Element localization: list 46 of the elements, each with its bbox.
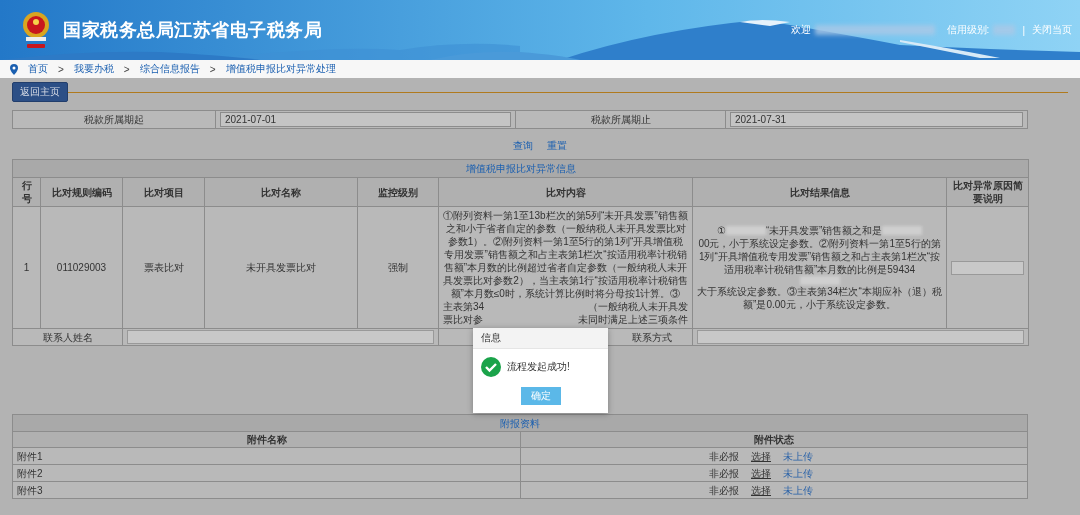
separator-text: | <box>1022 24 1025 36</box>
credit-label: 信用级别: <box>946 23 990 37</box>
blurred-text <box>993 25 1016 35</box>
dialog-message: 流程发起成功! <box>507 360 570 374</box>
result-text: ① <box>716 224 726 237</box>
date-field[interactable]: 2021-07-31 <box>730 112 1023 127</box>
table-cell: 011029003 <box>40 206 123 329</box>
result-text: 00元，小于系统设定参数。②附列资料一第1至5行的第1列“开具增值税专用发票”销售额之和占主表第1栏次“按适用税率计税销售额”本月数的比例是59434 <box>697 237 942 276</box>
comparison-text: （一般纳税人未开具发 <box>588 300 688 313</box>
table-cell: 未开具发票比对 <box>204 206 358 329</box>
column-header: 比对结果信息 <box>692 177 947 207</box>
comparison-text: 未同时满足上述三项条件 <box>578 313 688 326</box>
table-title: 增值税申报比对异常信息 <box>12 159 1029 178</box>
breadcrumb-link[interactable]: 我要办税 <box>73 62 114 76</box>
column-header: 比对名称 <box>204 177 358 207</box>
breadcrumb-separator: > <box>58 63 64 75</box>
breadcrumb-link[interactable]: 增值税申报比对异常处理 <box>225 62 336 76</box>
result-text: 大于系统设定参数。③主表第34栏次“本期应补（退）税额”是0.00元，小于系统设定参数。 <box>697 285 942 311</box>
table-cell: 1 <box>12 206 41 329</box>
result-text: “未开具发票”销售额之和是 <box>765 224 883 237</box>
column-header: 比对内容 <box>438 177 693 207</box>
field-label: 联系方式 <box>632 331 672 343</box>
field-label: 税款所属期起 <box>12 110 216 129</box>
breadcrumb-link[interactable]: 综合信息报告 <box>139 62 200 76</box>
breadcrumb-separator: > <box>209 63 216 75</box>
comparison-text: ①附列资料一第1至13b栏次的第5列“未开具发票”销售额之和小于省者自定的参数（一般纳税人未开具发票比对参数1）。②附列资料一第1至5行的第1列“开具增值税专用发票”销售额之和占主表第1栏次“按适用税率计税销售额”本月数的比例超过省者自定参数（一般纳税人未开具发票比对参数2），当主表第1行“按适用税率计税销售额”本月数≤0时，系统计算比例时将分母按1计算。③ <box>443 209 688 300</box>
dialog-title: 信息 <box>473 328 608 349</box>
site-title: 国家税务总局江苏省电子税务局 <box>63 19 322 42</box>
column-header: 比对异常原因简要说明 <box>946 177 1029 207</box>
column-header: 比对项目 <box>122 177 205 207</box>
location-pin-icon <box>10 63 18 75</box>
back-home-button[interactable]: 返回主页 <box>12 82 68 102</box>
field-label: 税款所属期止 <box>515 110 726 129</box>
comparison-text: 票比对参 <box>443 313 483 326</box>
table-title: 附报资料 <box>12 414 1028 432</box>
table-cell: 强制 <box>357 206 439 329</box>
date-field[interactable]: 2021-07-01 <box>220 112 511 127</box>
success-check-icon <box>481 357 501 377</box>
column-header: 比对规则编码 <box>40 177 123 207</box>
table-cell: 票表比对 <box>122 206 205 329</box>
breadcrumb-link[interactable]: 首页 <box>28 62 48 76</box>
breadcrumb-separator: > <box>123 63 130 75</box>
comparison-text: 主表第34 <box>443 300 485 313</box>
column-header: 监控级别 <box>357 177 439 207</box>
column-header: 行号 <box>12 177 41 207</box>
welcome-text: 欢迎 <box>790 23 811 37</box>
